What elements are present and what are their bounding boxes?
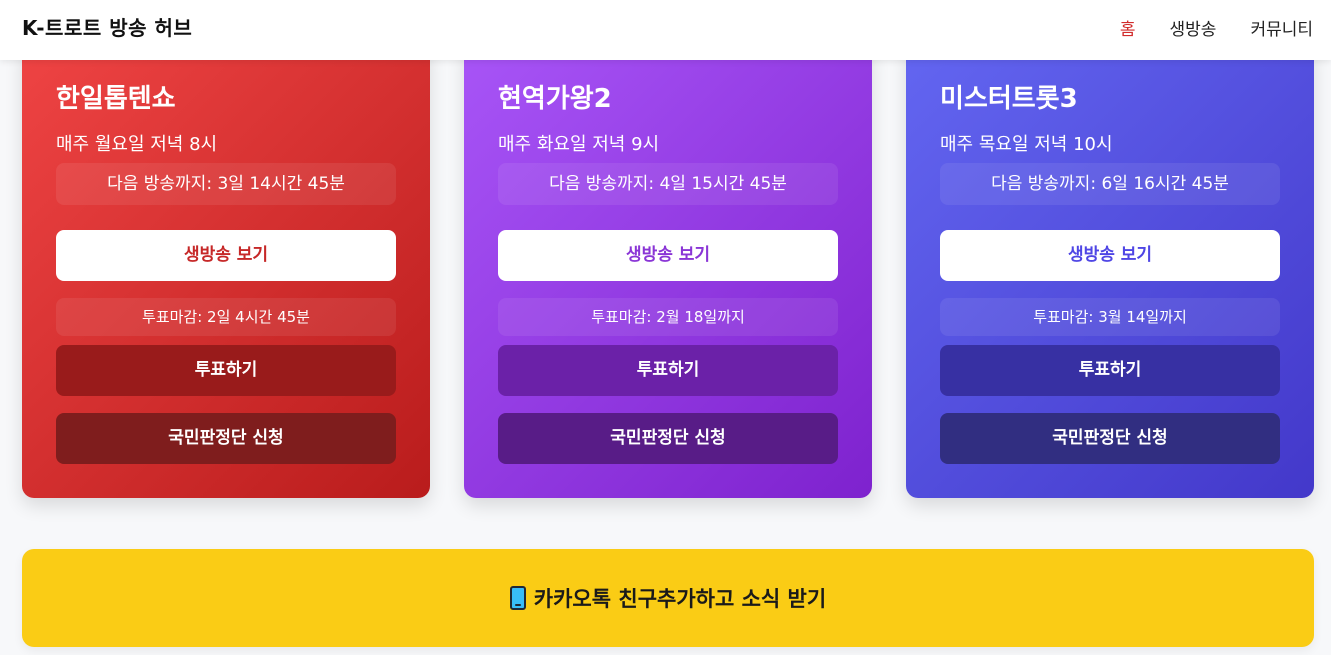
show-schedule: 매주 월요일 저녁 8시 [56,134,218,155]
nav-home[interactable]: 홈 [1120,15,1136,40]
vote-deadline: 투표마감: 3월 14일까지 [940,298,1280,336]
nav-community[interactable]: 커뮤니티 [1250,15,1313,40]
mobile-phone-icon [509,586,526,610]
site-logo-title[interactable]: K-트로트 방송 허브 [22,12,192,41]
show-title: 한일톱텐쇼 [56,84,176,114]
broadcast-countdown: 다음 방송까지: 4일 15시간 45분 [498,163,838,205]
show-card-3: 미스터트롯3 매주 목요일 저녁 10시 다음 방송까지: 6일 16시간 45… [906,40,1314,498]
nav-live[interactable]: 생방송 [1170,15,1217,40]
show-schedule: 매주 목요일 저녁 10시 [940,134,1113,155]
watch-live-button[interactable]: 생방송 보기 [940,230,1280,281]
show-card-1: 한일톱텐쇼 매주 월요일 저녁 8시 다음 방송까지: 3일 14시간 45분 … [22,40,430,498]
kakao-add-friend-button[interactable]: 카카오톡 친구추가하고 소식 받기 [22,549,1314,647]
vote-button[interactable]: 투표하기 [498,345,838,396]
jury-apply-button[interactable]: 국민판정단 신청 [56,413,396,464]
watch-live-button[interactable]: 생방송 보기 [498,230,838,281]
vote-button[interactable]: 투표하기 [56,345,396,396]
vote-deadline: 투표마감: 2일 4시간 45분 [56,298,396,336]
show-card-2: 현역가왕2 매주 화요일 저녁 9시 다음 방송까지: 4일 15시간 45분 … [464,40,872,498]
show-schedule: 매주 화요일 저녁 9시 [498,134,660,155]
show-title: 현역가왕2 [498,84,612,114]
watch-live-button[interactable]: 생방송 보기 [56,230,396,281]
broadcast-countdown: 다음 방송까지: 6일 16시간 45분 [940,163,1280,205]
show-title: 미스터트롯3 [940,84,1078,114]
top-navbar: K-트로트 방송 허브 홈 생방송 커뮤니티 [0,0,1331,60]
main-nav: 홈 생방송 커뮤니티 [1086,15,1313,40]
kakao-label: 카카오톡 친구추가하고 소식 받기 [533,587,827,611]
vote-button[interactable]: 투표하기 [940,345,1280,396]
jury-apply-button[interactable]: 국민판정단 신청 [940,413,1280,464]
jury-apply-button[interactable]: 국민판정단 신청 [498,413,838,464]
broadcast-countdown: 다음 방송까지: 3일 14시간 45분 [56,163,396,205]
vote-deadline: 투표마감: 2월 18일까지 [498,298,838,336]
